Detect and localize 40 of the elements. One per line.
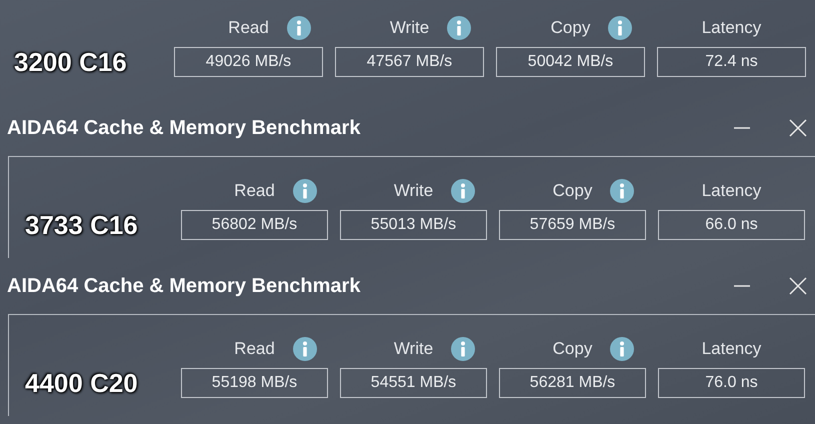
- result-field: 49026 MB/s: [174, 47, 323, 77]
- column-header: Copy: [552, 339, 592, 359]
- result-field: 76.0 ns: [658, 368, 805, 398]
- info-icon[interactable]: [451, 337, 476, 361]
- result-field: 54551 MB/s: [340, 368, 487, 398]
- result-field: 56281 MB/s: [499, 368, 646, 398]
- column-header: Write: [394, 339, 434, 359]
- close-icon[interactable]: [789, 119, 807, 137]
- info-icon[interactable]: [292, 179, 317, 203]
- config-label: 3733 C16: [24, 210, 139, 240]
- column-header: Read: [234, 339, 275, 359]
- info-icon[interactable]: [292, 337, 317, 361]
- result-field: 72.4 ns: [657, 47, 806, 77]
- info-icon[interactable]: [451, 179, 476, 203]
- window-title: AIDA64 Cache & Memory Benchmark: [7, 116, 360, 140]
- result-field: 57659 MB/s: [499, 210, 646, 240]
- info-icon[interactable]: [447, 16, 472, 40]
- result-field: 56802 MB/s: [181, 210, 328, 240]
- info-icon[interactable]: [608, 16, 632, 40]
- config-label: 4400 C20: [24, 368, 139, 398]
- column-header: Latency: [702, 18, 762, 38]
- column-header: Latency: [702, 181, 762, 201]
- column-header: Write: [394, 181, 434, 201]
- close-icon[interactable]: [789, 277, 807, 295]
- column-header: Copy: [552, 181, 592, 201]
- column-header: Write: [390, 18, 430, 38]
- info-icon[interactable]: [610, 179, 634, 203]
- config-label: 3200 C16: [13, 46, 128, 78]
- info-icon[interactable]: [610, 337, 634, 361]
- result-field: 47567 MB/s: [335, 47, 484, 77]
- info-icon[interactable]: [286, 16, 311, 40]
- column-header: Read: [234, 181, 275, 201]
- result-field: 50042 MB/s: [496, 47, 645, 77]
- window-title: AIDA64 Cache & Memory Benchmark: [7, 274, 360, 298]
- column-header: Read: [228, 18, 269, 38]
- result-field: 55013 MB/s: [340, 210, 487, 240]
- result-field: 66.0 ns: [658, 210, 805, 240]
- column-header: Copy: [550, 18, 590, 38]
- column-header: Latency: [702, 339, 762, 359]
- result-field: 55198 MB/s: [181, 368, 328, 398]
